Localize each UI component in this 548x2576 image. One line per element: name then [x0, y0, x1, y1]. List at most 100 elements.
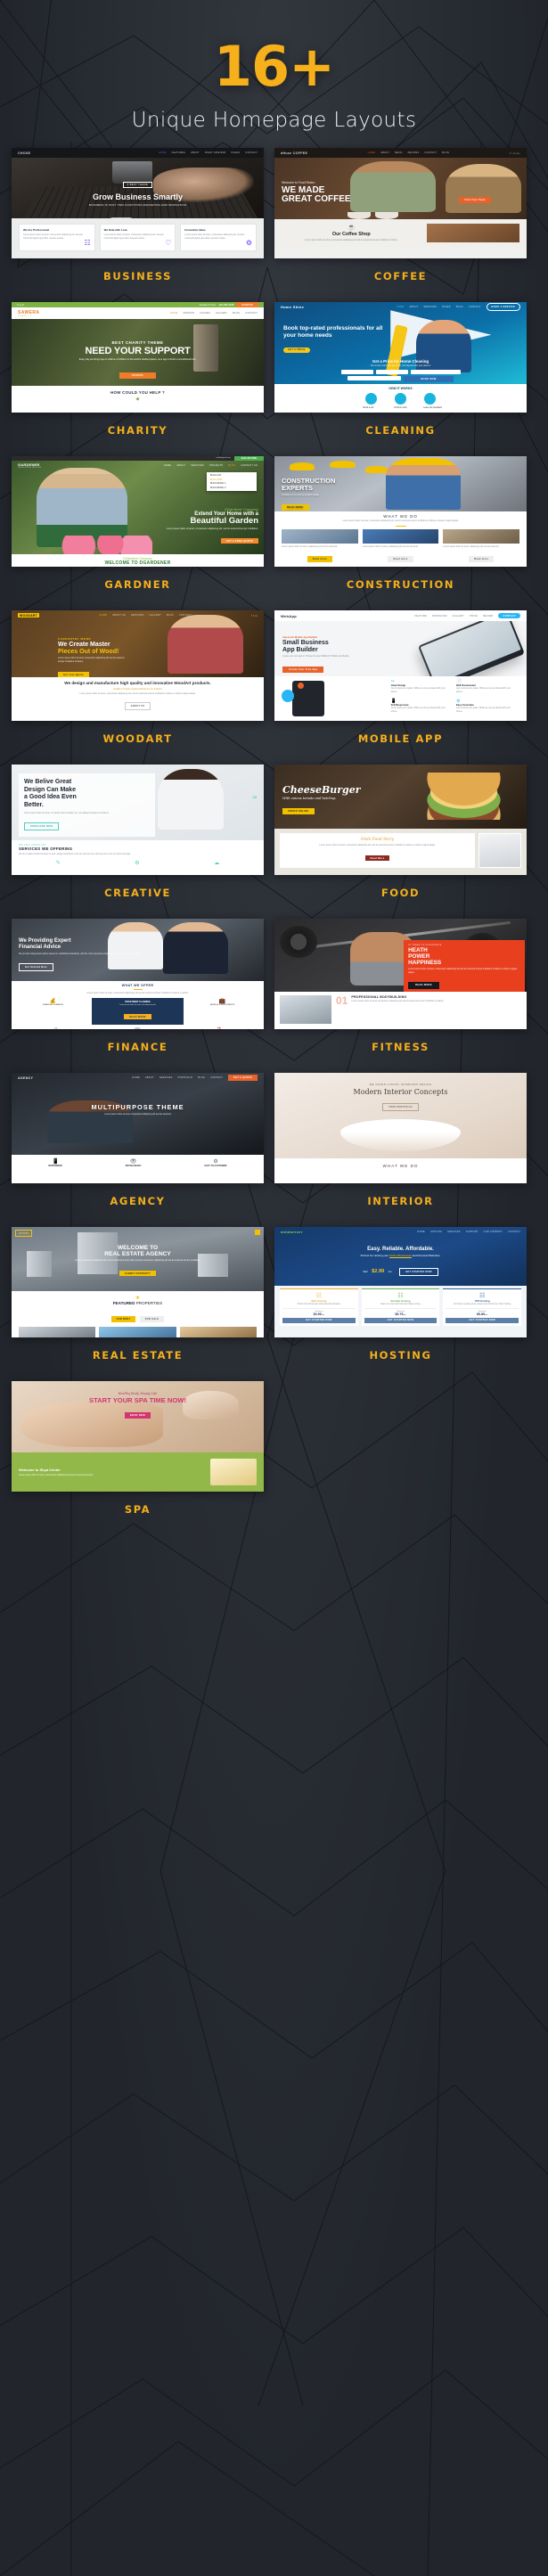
- thumbnail-creative[interactable]: We Belive Great Design Can Make a Good I…: [12, 765, 264, 875]
- hero-button-about[interactable]: ABOUT US: [108, 217, 134, 218]
- layout-card-construction[interactable]: CONSTRUCTION EXPERTS Contact us to start…: [274, 456, 527, 603]
- dropdown-item[interactable]: BLOG GRID: [210, 478, 253, 481]
- hero-subhead-link[interactable]: Online Businesses: [389, 1254, 412, 1257]
- thumbnail-interior[interactable]: WE OFFER LUXURY INTERIORS DESIGN Modern …: [274, 1073, 527, 1183]
- dropdown-item[interactable]: BLOG LIST: [210, 474, 253, 477]
- thumbnail-fitness[interactable]: 20 YEARS OF EXPERIENCE HEATH POWER HAPPI…: [274, 919, 527, 1029]
- layout-card-mobile-app[interactable]: WebApp FEATURE DOWNLOAD GALLERY PRICE RE…: [274, 610, 527, 757]
- thumbnail-business[interactable]: CHOSE HOME FEATURES ABOUT RIGHT SIDE BAR…: [12, 148, 264, 258]
- hero-subhead-post: and Personal Websites.: [411, 1254, 441, 1257]
- social-icons[interactable]: f t in: [251, 614, 258, 617]
- hero-button[interactable]: Create Your Free App: [282, 666, 324, 674]
- section-title: PROFESSIONAL BODYBUILDING: [351, 995, 407, 999]
- layout-card-hosting[interactable]: mindserver HOME HOSTING SERVICES SUPPORT…: [274, 1227, 527, 1374]
- service-icon: ✎: [55, 860, 61, 866]
- featured-card-title: INVESTMENT PLANNING: [125, 1000, 151, 1003]
- thumbnail-gardner[interactable]: mail@gmail.com 0123 456 7890 GARDENER LA…: [12, 456, 264, 567]
- plan-button[interactable]: GET STARTED NOW: [364, 1317, 438, 1324]
- layout-card-interior[interactable]: WE OFFER LUXURY INTERIORS DESIGN Modern …: [274, 1073, 527, 1220]
- hero-button[interactable]: Get Started Now: [19, 963, 53, 971]
- layout-card-business[interactable]: CHOSE HOME FEATURES ABOUT RIGHT SIDE BAR…: [12, 148, 264, 295]
- form-input[interactable]: [375, 370, 408, 375]
- hero-button[interactable]: Get Your Quote: [58, 671, 90, 677]
- service-icon: ❓: [180, 1027, 258, 1029]
- section-title-light: PROPERTIES: [135, 1301, 163, 1305]
- hero-donate-button[interactable]: DONATE: [119, 372, 156, 380]
- card-button[interactable]: Read more: [307, 556, 332, 563]
- thumbnail-food[interactable]: CheeseBurger With onions tomato and ketc…: [274, 765, 527, 875]
- thumbnail-coffee[interactable]: dHuse COFFEE HOME ABOUT MENU RECIPES CON…: [274, 148, 527, 258]
- topbar-donate-button[interactable]: DONATE: [236, 302, 258, 308]
- card-button[interactable]: Read more: [388, 556, 413, 563]
- layout-card-fitness[interactable]: 20 YEARS OF EXPERIENCE HEATH POWER HAPPI…: [274, 919, 527, 1066]
- card-button[interactable]: Read more: [469, 556, 495, 563]
- hero-button[interactable]: GET STARTED NOW: [399, 1268, 438, 1276]
- hero-button[interactable]: ORDER ONLINE: [282, 808, 315, 814]
- layout-card-gardner[interactable]: mail@gmail.com 0123 456 7890 GARDENER LA…: [12, 456, 264, 603]
- thumbnail-hosting[interactable]: mindserver HOME HOSTING SERVICES SUPPORT…: [274, 1227, 527, 1337]
- form-input[interactable]: [348, 376, 401, 381]
- layout-caption: CLEANING: [365, 424, 436, 437]
- thumbnail-mobile-app[interactable]: WebApp FEATURE DOWNLOAD GALLERY PRICE RE…: [274, 610, 527, 721]
- thumbnail-finance[interactable]: We Providing Expert Financial Advice We …: [12, 919, 264, 1029]
- form-submit-button[interactable]: BOOK NOW: [404, 376, 454, 382]
- service-icon: 💼: [218, 998, 226, 1004]
- layout-card-agency[interactable]: AGENCY HOME ABOUT SERVICES PORTFOLIO BLO…: [12, 1073, 264, 1220]
- nav-item: CONTACT: [245, 312, 258, 315]
- hero-button[interactable]: PURCHASE NOW: [24, 822, 60, 830]
- thumbnail-construction[interactable]: CONSTRUCTION EXPERTS Contact us to start…: [274, 456, 527, 567]
- thumbnail-spa[interactable]: Healthy Body, Happy Life START YOUR SPA …: [12, 1381, 264, 1492]
- plan-button[interactable]: GET STARTED NOW: [446, 1317, 519, 1324]
- form-input[interactable]: [340, 370, 373, 375]
- hero-button[interactable]: GET A FREE QUOTE: [220, 537, 258, 544]
- featured-card-button[interactable]: READ MORE: [124, 1013, 151, 1020]
- layout-card-woodart[interactable]: WOODART HOME ABOUT US SERVICES GALLERY B…: [12, 610, 264, 757]
- form-input[interactable]: [410, 370, 461, 375]
- nav-item: PAGES: [231, 151, 241, 154]
- layout-card-spa[interactable]: Healthy Body, Happy Life START YOUR SPA …: [12, 1381, 264, 1528]
- section-button[interactable]: ABOUT US: [124, 702, 151, 710]
- hero-button[interactable]: READ MORE: [282, 503, 309, 511]
- page-title: Unique Homepage Layouts: [131, 109, 417, 132]
- tab-for-sale[interactable]: FOR SALE: [139, 1316, 165, 1322]
- layout-card-food[interactable]: CheeseBurger With onions tomato and ketc…: [274, 765, 527, 912]
- nav-item: RECIPES: [407, 151, 420, 154]
- thumbnail-agency[interactable]: AGENCY HOME ABOUT SERVICES PORTFOLIO BLO…: [12, 1073, 264, 1183]
- layout-card-creative[interactable]: We Belive Great Design Can Make a Good I…: [12, 765, 264, 912]
- thumbnail-real-estate[interactable]: ESTATE WELCOME TO REAL ESTATE AGENCY Lor…: [12, 1227, 264, 1337]
- section-button[interactable]: Read More: [364, 855, 390, 862]
- social-icons[interactable]: f t g in: [17, 303, 24, 307]
- tab-for-rent[interactable]: FOR RENT: [110, 1316, 136, 1322]
- hero-button[interactable]: BOOK NOW: [124, 1412, 151, 1419]
- thumbnail-woodart[interactable]: WOODART HOME ABOUT US SERVICES GALLERY B…: [12, 610, 264, 721]
- nav-quote-button[interactable]: GET A QUOTE: [228, 1075, 258, 1081]
- layout-caption: HOSTING: [369, 1349, 432, 1362]
- layout-card-finance[interactable]: We Providing Expert Financial Advice We …: [12, 919, 264, 1066]
- layout-card-coffee[interactable]: dHuse COFFEE HOME ABOUT MENU RECIPES CON…: [274, 148, 527, 295]
- hero-headline-2: Beautiful Garden: [190, 516, 258, 526]
- plan-button[interactable]: GET STARTED NOW: [282, 1317, 356, 1324]
- nav-item: BLOG: [166, 614, 174, 617]
- nav-contact-button[interactable]: CONTACT: [498, 612, 520, 619]
- social-icons[interactable]: f t in G+: [510, 151, 520, 155]
- layout-card-real-estate[interactable]: ESTATE WELCOME TO REAL ESTATE AGENCY Lor…: [12, 1227, 264, 1374]
- menu-icon[interactable]: [255, 1230, 260, 1235]
- hero-button[interactable]: GET A PRICE: [283, 347, 310, 353]
- nav-book-button[interactable]: BOOK A SERVICE: [486, 303, 520, 311]
- layout-card-cleaning[interactable]: Home Shine HOME ABOUT SERVICES PAGES BLO…: [274, 302, 527, 449]
- dropdown-item[interactable]: BLOG DETAIL 1: [210, 482, 253, 485]
- hero-button[interactable]: VIEW PORTFOLIO: [382, 1103, 419, 1111]
- section-title: WHAT WE DO: [382, 1164, 419, 1168]
- thumbnail-cleaning[interactable]: Home Shine HOME ABOUT SERVICES PAGES BLO…: [274, 302, 527, 413]
- hero-button[interactable]: READ MORE: [408, 981, 439, 989]
- thumbnail-charity[interactable]: f t g in Donation To Give +91-123 4445 D…: [12, 302, 264, 413]
- nav-item: GALLERY: [452, 614, 465, 617]
- dropdown-item[interactable]: BLOG DETAIL 2: [210, 487, 253, 489]
- hero-button[interactable]: Find Your Taste: [459, 197, 491, 203]
- feature-label: RESPONSIVE: [48, 1165, 62, 1167]
- hero-button[interactable]: SUBMIT PROPERTY: [119, 1270, 157, 1277]
- layout-caption: REAL ESTATE: [92, 1349, 184, 1362]
- layout-card-charity[interactable]: f t g in Donation To Give +91-123 4445 D…: [12, 302, 264, 449]
- hero-subhead-pre: Perfect for Hosting your: [360, 1254, 390, 1257]
- layout-caption: FOOD: [380, 887, 421, 899]
